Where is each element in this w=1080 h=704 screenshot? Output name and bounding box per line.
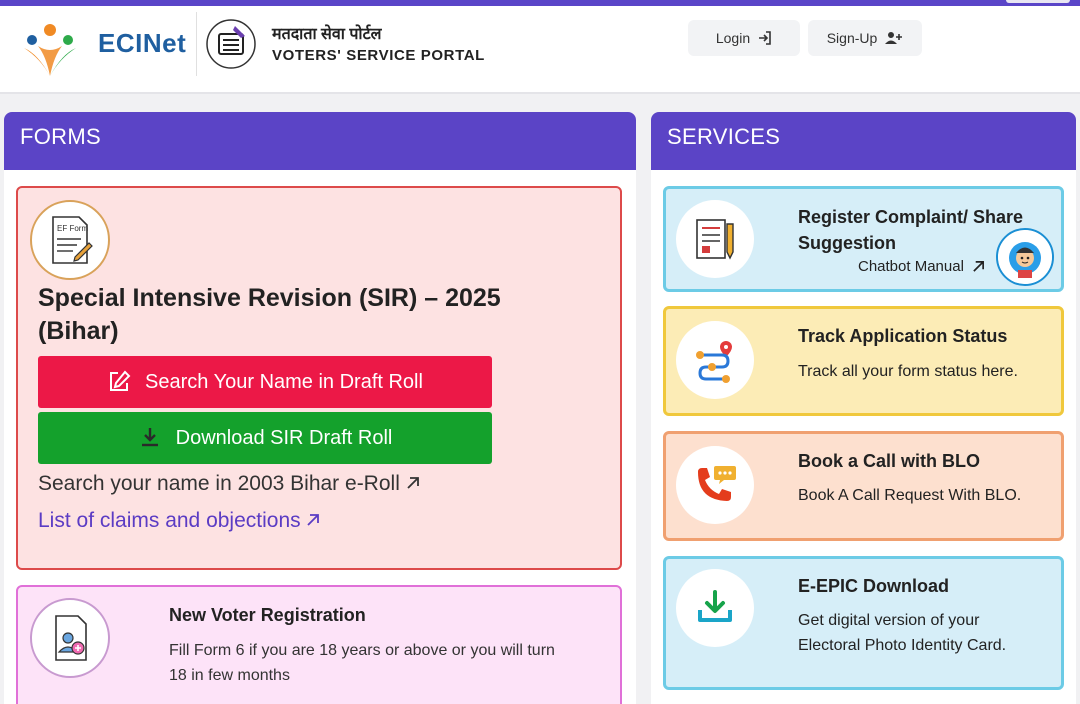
claims-objections-label: List of claims and objections [38, 509, 301, 532]
bihar-2003-eroll-link[interactable]: Search your name in 2003 Bihar e-Roll [38, 472, 420, 496]
eepic-description: Get digital version of your Electoral Ph… [798, 612, 1007, 654]
signup-label: Sign-Up [826, 30, 878, 46]
ecinet-logo-icon[interactable] [18, 18, 82, 82]
complaint-form-icon [676, 200, 754, 278]
signup-button[interactable]: Sign-Up [808, 20, 922, 56]
bihar-2003-eroll-label: Search your name in 2003 Bihar e-Roll [38, 472, 400, 495]
external-link-icon [307, 514, 320, 526]
services-heading: SERVICES [651, 112, 1076, 170]
search-draft-roll-button[interactable]: Search Your Name in Draft Roll [38, 356, 492, 408]
login-button[interactable]: Login [688, 20, 800, 56]
track-title: Track Application Status [798, 326, 1008, 346]
external-link-icon [407, 477, 419, 489]
blo-description: Book A Call Request With BLO. [798, 487, 1022, 504]
forms-heading: FORMS [4, 112, 636, 170]
portal-title-hindi: मतदाता सेवा पोर्टल [272, 26, 382, 43]
download-icon [141, 428, 158, 447]
external-link-icon [973, 261, 984, 272]
track-route-icon [676, 321, 754, 399]
track-description: Track all your form status here. [798, 363, 1018, 380]
edit-icon [110, 370, 131, 391]
new-voter-description: Fill Form 6 if you are 18 years or above… [169, 642, 555, 684]
chatbot-manual-label: Chatbot Manual [858, 258, 964, 275]
eci-emblem-icon [206, 19, 256, 69]
login-icon [759, 31, 771, 45]
search-draft-roll-label: Search Your Name in Draft Roll [145, 370, 423, 393]
voter-mitra-chatbot-icon[interactable] [996, 228, 1054, 286]
chatbot-manual-link[interactable]: Chatbot Manual [858, 258, 985, 275]
download-draft-roll-button[interactable]: Download SIR Draft Roll [38, 412, 492, 464]
eepic-download-icon [676, 569, 754, 647]
top-scroll-indicator [1006, 0, 1070, 3]
portal-title-english: VOTERS' SERVICE PORTAL [272, 47, 485, 64]
sir-title: Special Intensive Revision (SIR) – 2025 … [38, 284, 501, 345]
claims-objections-link[interactable]: List of claims and objections [38, 509, 320, 533]
ef-form-icon-text: EF Form [57, 224, 88, 233]
ef-form-icon: EF Form [30, 200, 110, 280]
new-voter-title: New Voter Registration [169, 605, 366, 625]
add-user-icon [885, 32, 903, 44]
download-draft-roll-label: Download SIR Draft Roll [175, 426, 393, 449]
phone-call-icon [676, 446, 754, 524]
login-label: Login [715, 30, 751, 46]
blo-title: Book a Call with BLO [798, 451, 981, 471]
add-voter-document-icon [30, 598, 110, 678]
brand-name[interactable]: ECINet [98, 28, 186, 59]
header-divider [196, 12, 197, 76]
eepic-title: E-EPIC Download [798, 576, 950, 596]
